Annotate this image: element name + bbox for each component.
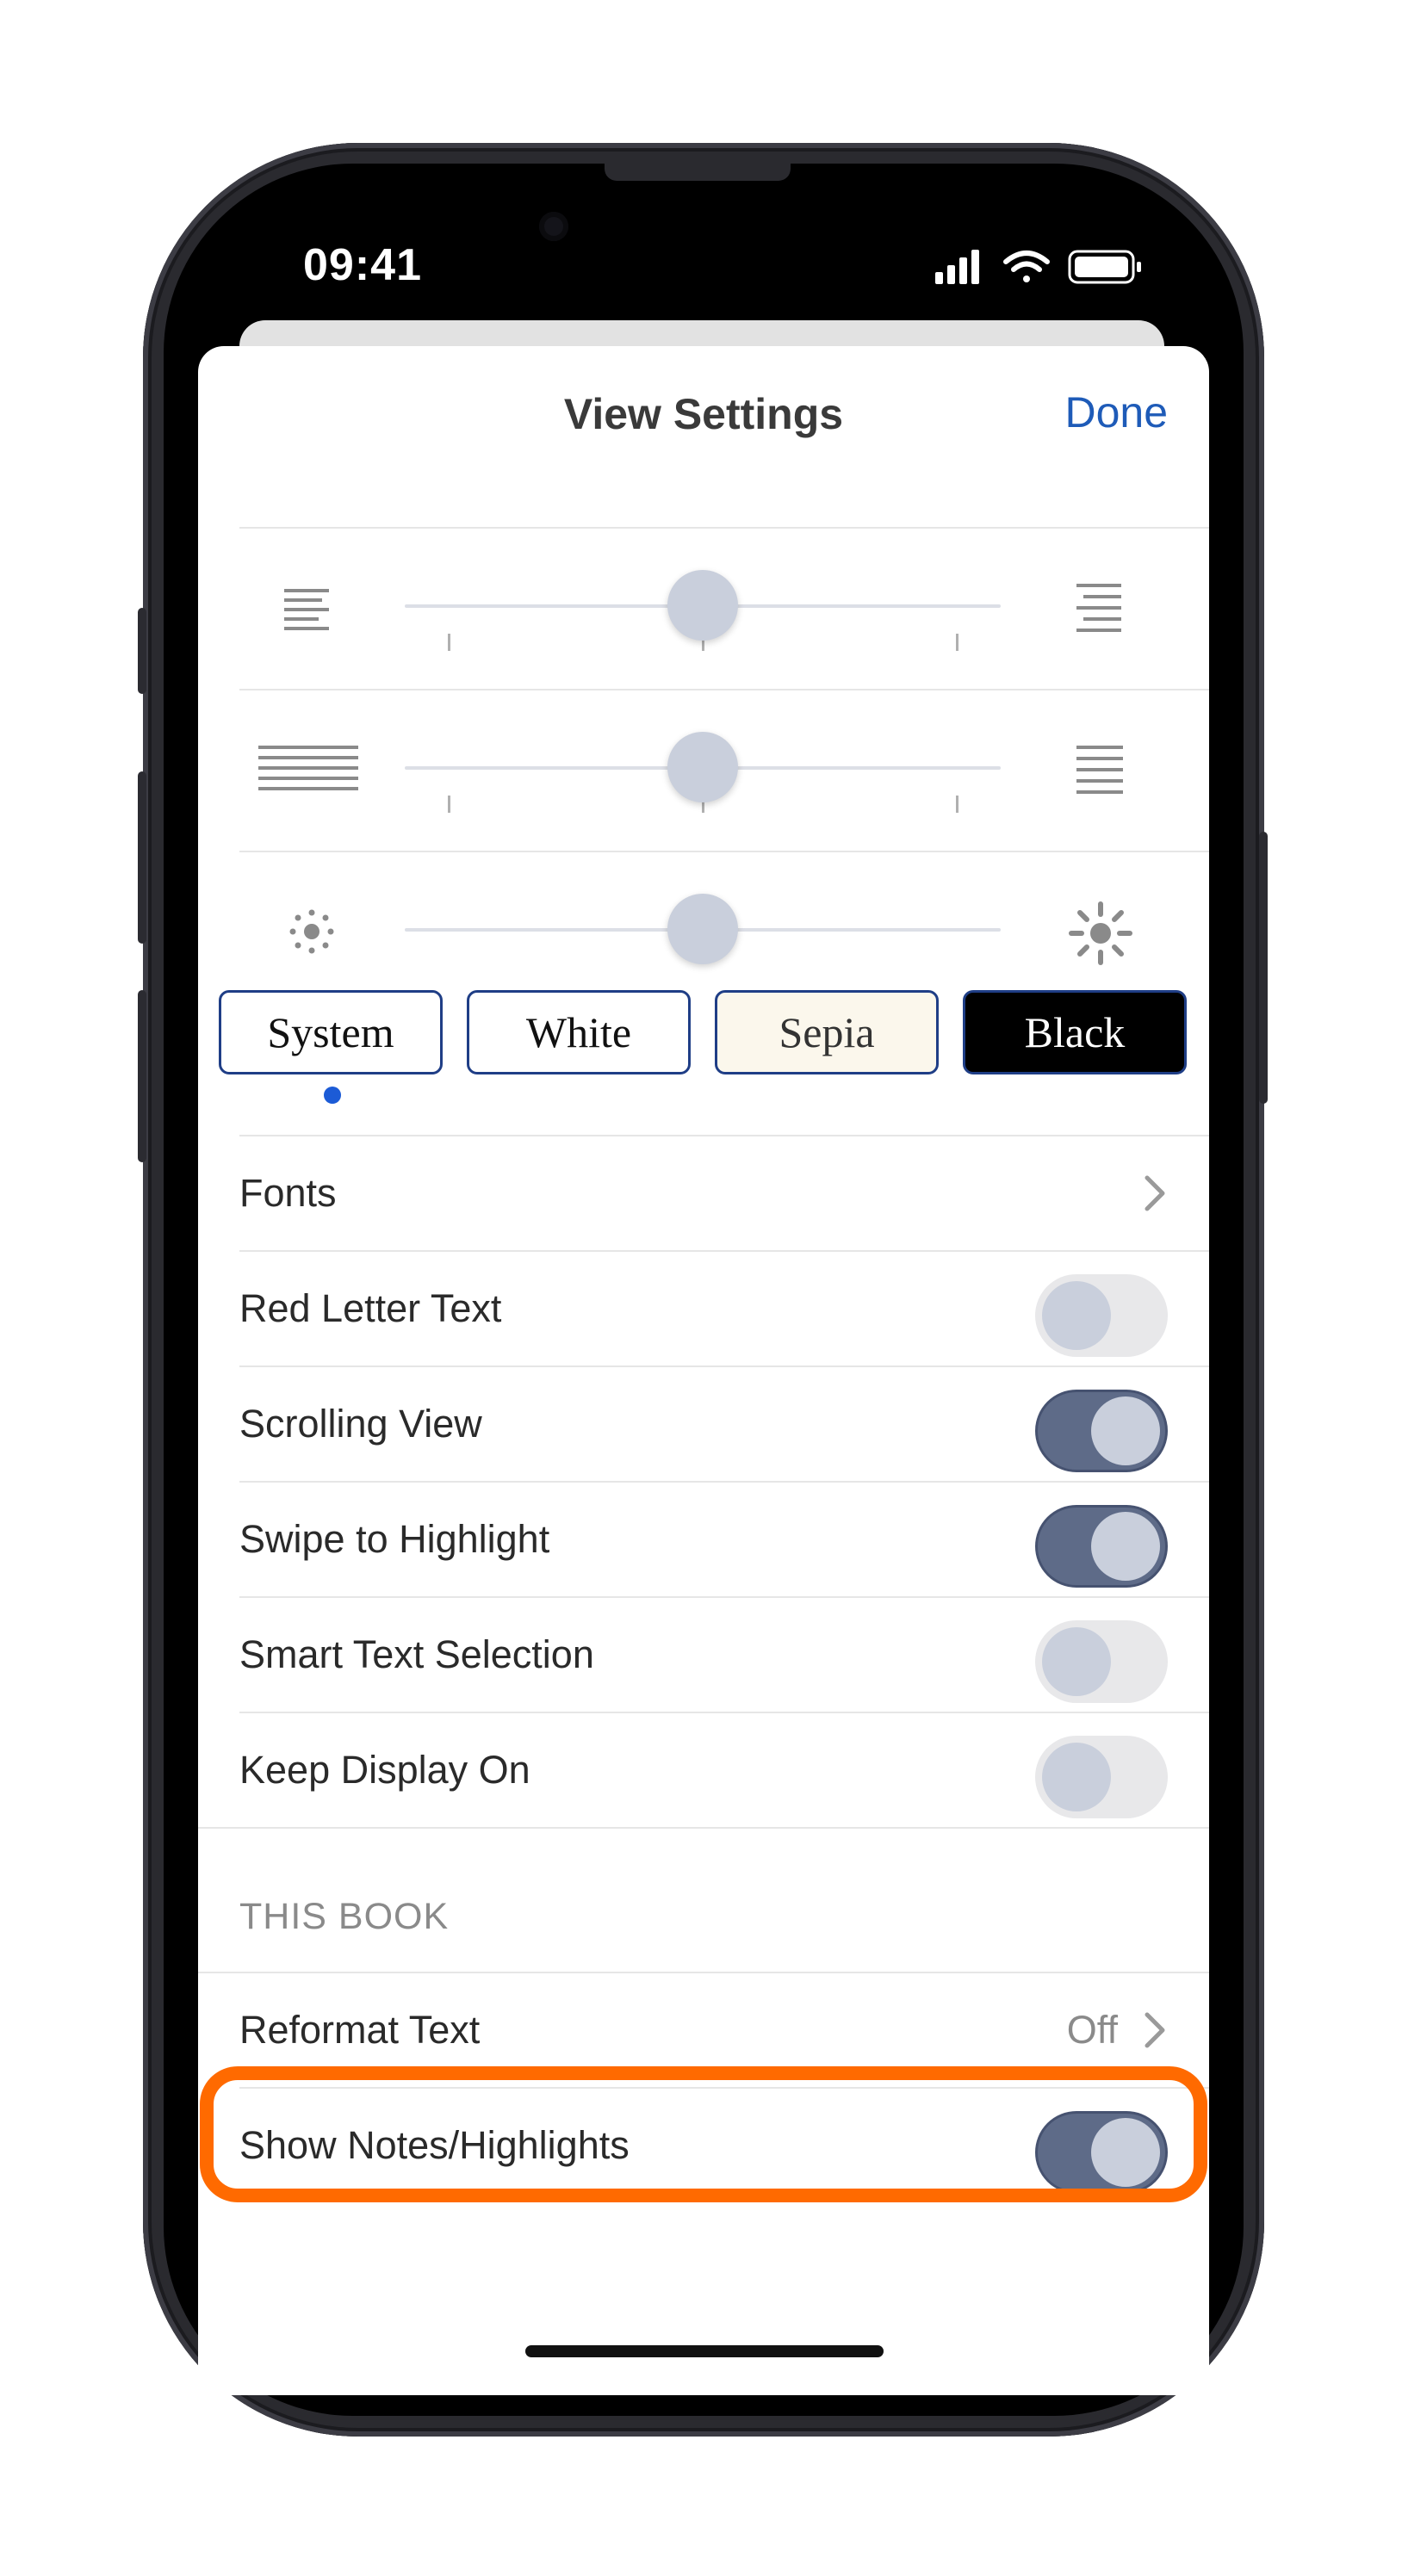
selected-theme-indicator xyxy=(324,1087,341,1104)
fonts-label: Fonts xyxy=(239,1171,337,1215)
toggle-knob xyxy=(1091,1396,1160,1465)
keep-display-on-label: Keep Display On xyxy=(239,1748,530,1792)
done-button[interactable]: Done xyxy=(1064,387,1168,437)
margin-slider-row xyxy=(198,529,1209,685)
chevron-right-icon xyxy=(1145,1175,1165,1211)
smart-text-selection-row: Smart Text Selection xyxy=(239,1598,1209,1712)
home-indicator xyxy=(525,2345,884,2357)
scrolling-view-label: Scrolling View xyxy=(239,1402,482,1446)
front-camera xyxy=(539,212,568,241)
volume-down-button xyxy=(138,990,146,1162)
cellular-signal-icon xyxy=(935,250,979,284)
red-letter-text-toggle[interactable] xyxy=(1035,1274,1168,1357)
slider-tick xyxy=(956,634,958,651)
brightness-slider-row xyxy=(198,852,1209,1009)
brightness-slider-thumb[interactable] xyxy=(667,894,738,964)
swipe-to-highlight-label: Swipe to Highlight xyxy=(239,1517,550,1561)
battery-icon xyxy=(1068,250,1141,284)
wifi-icon xyxy=(1003,251,1050,282)
power-button xyxy=(1259,832,1268,1104)
chevron-right-icon xyxy=(1145,2012,1165,2048)
dim-sun-icon xyxy=(289,909,334,954)
theme-black-button[interactable]: Black xyxy=(963,990,1187,1074)
mute-switch xyxy=(138,608,146,694)
line-spacing-slider-row xyxy=(198,690,1209,847)
slider-tick xyxy=(956,796,958,813)
toggle-knob xyxy=(1042,1281,1111,1350)
reformat-text-value: Off xyxy=(1066,2008,1118,2052)
line-spacing-slider-thumb[interactable] xyxy=(667,732,738,802)
toggle-knob xyxy=(1042,1627,1111,1696)
highlight-annotation xyxy=(200,2066,1207,2202)
red-letter-text-label: Red Letter Text xyxy=(239,1286,502,1330)
divider xyxy=(198,1827,1209,1829)
speaker-grille xyxy=(605,164,791,181)
scrolling-view-row: Scrolling View xyxy=(239,1367,1209,1481)
sheet-title: View Settings xyxy=(563,390,844,438)
toggle-knob xyxy=(1042,1743,1111,1811)
toggle-knob xyxy=(1091,1512,1160,1581)
swipe-to-highlight-row: Swipe to Highlight xyxy=(239,1483,1209,1596)
volume-up-button xyxy=(138,771,146,944)
slider-tick xyxy=(448,634,450,651)
this-book-section-header: THIS BOOK xyxy=(239,1896,450,1937)
keep-display-on-row: Keep Display On xyxy=(239,1713,1209,1827)
swipe-to-highlight-toggle[interactable] xyxy=(1035,1505,1168,1588)
smart-text-selection-label: Smart Text Selection xyxy=(239,1632,594,1676)
loose-lines-icon xyxy=(1076,746,1123,794)
status-icons xyxy=(935,250,1141,284)
smart-text-selection-toggle[interactable] xyxy=(1035,1620,1168,1703)
wide-text-icon xyxy=(1076,584,1121,632)
bright-sun-icon xyxy=(1069,901,1132,965)
theme-sepia-button[interactable]: Sepia xyxy=(715,990,939,1074)
tight-lines-icon xyxy=(258,746,358,790)
narrow-text-icon xyxy=(284,589,329,630)
margin-slider-thumb[interactable] xyxy=(667,570,738,641)
fonts-row[interactable]: Fonts xyxy=(239,1136,1209,1250)
keep-display-on-toggle[interactable] xyxy=(1035,1736,1168,1818)
theme-white-button[interactable]: White xyxy=(467,990,691,1074)
red-letter-text-row: Red Letter Text xyxy=(239,1252,1209,1365)
scrolling-view-toggle[interactable] xyxy=(1035,1390,1168,1472)
reformat-text-label: Reformat Text xyxy=(239,2008,481,2052)
theme-system-button[interactable]: System xyxy=(219,990,443,1074)
slider-tick xyxy=(448,796,450,813)
status-time: 09:41 xyxy=(303,240,422,290)
